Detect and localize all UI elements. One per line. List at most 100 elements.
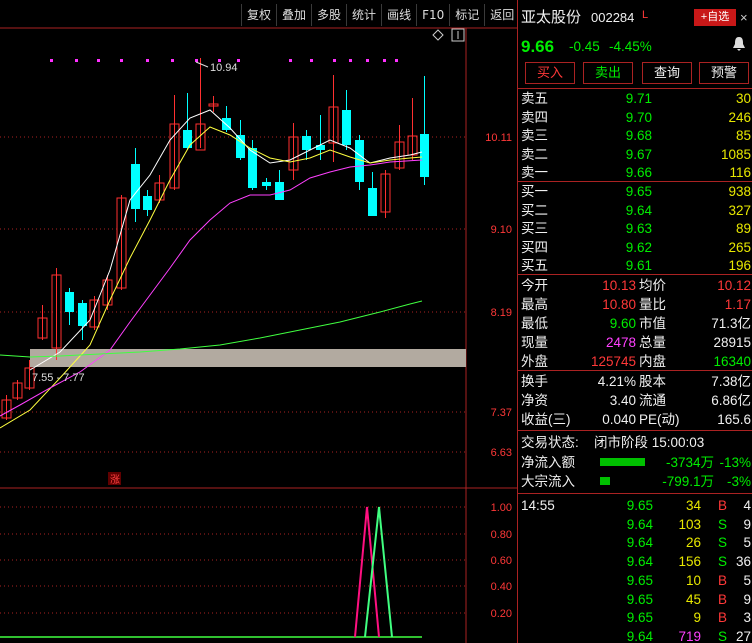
- tick-row[interactable]: 9.65 45 B 9: [518, 590, 752, 609]
- tick-count: 5: [743, 572, 751, 588]
- flow-row: 大宗流入 -799.1万 -3%: [518, 472, 752, 491]
- candle-body: [275, 182, 284, 200]
- alert-button[interactable]: 预警: [699, 62, 749, 84]
- close-icon[interactable]: ×: [740, 8, 748, 27]
- toolbar-item[interactable]: 返回: [484, 4, 519, 26]
- asks-row[interactable]: 卖五 9.71 30: [518, 89, 752, 108]
- asks-label: 卖一: [521, 165, 548, 180]
- indicator-axis-label: 1.00: [491, 502, 512, 514]
- stat-value: 10.13: [602, 278, 636, 293]
- flow-pct: -13%: [719, 455, 751, 470]
- tick-volume: 34: [685, 498, 701, 513]
- diamond-icon[interactable]: [432, 29, 444, 41]
- indicator-axis-label: 0.80: [491, 529, 512, 541]
- add-watchlist-button[interactable]: +自选: [694, 9, 736, 26]
- chart-toolbar: 复权 叠加 多股 统计 画线 F10 标记 返回: [241, 4, 519, 26]
- query-button[interactable]: 查询: [642, 62, 692, 84]
- bids-row[interactable]: 买四 9.62 265: [518, 238, 752, 257]
- tick-side: B: [717, 498, 727, 513]
- tick-side: S: [717, 628, 727, 643]
- kline-chart[interactable]: 10.11 9.10 8.19 7.37 6.63 1.00 0.80 0.60 0.40 0.2…: [0, 0, 517, 643]
- signal-dot: [195, 59, 198, 62]
- toolbar-item[interactable]: 画线: [381, 4, 416, 26]
- stat-value: 6.86亿: [711, 393, 751, 408]
- candle-body: [368, 188, 377, 216]
- buy-button[interactable]: 买入: [525, 62, 575, 84]
- asks-row[interactable]: 卖四 9.70 246: [518, 108, 752, 127]
- asks-label: 卖五: [521, 91, 548, 106]
- tick-side: B: [717, 610, 727, 626]
- signal-dot: [349, 59, 352, 62]
- stock-header: 亚太股份 002284 L +自选 ×: [518, 8, 752, 28]
- tick-price: 9.65: [626, 610, 653, 626]
- toolbar-item[interactable]: 叠加: [276, 4, 311, 26]
- asks-price: 9.70: [625, 109, 652, 125]
- bids-row[interactable]: 买一 9.65 938: [518, 182, 752, 201]
- kline-chart-area[interactable]: 10.11 9.10 8.19 7.37 6.63 1.00 0.80 0.60 0.40 0.2…: [0, 0, 517, 643]
- tick-volume: 9: [693, 610, 701, 626]
- stat-label: 内盘: [639, 354, 666, 369]
- bids-label: 买三: [521, 221, 548, 236]
- asks-price: 9.68: [625, 128, 652, 143]
- toolbar-item[interactable]: F10: [416, 4, 449, 26]
- tick-row[interactable]: 9.65 9 B 3: [518, 608, 752, 627]
- tick-side: S: [717, 535, 727, 551]
- flow-row: 净流入额 -3734万 -13%: [518, 453, 752, 472]
- signal-dot: [383, 59, 386, 62]
- candle-body: [78, 303, 87, 326]
- indicator-axis-label: 0.20: [491, 608, 512, 620]
- quote-panel: 亚太股份 002284 L +自选 × 9.66 -0.45 -4.45% 买入…: [517, 0, 752, 643]
- stat-label: 市值: [639, 316, 666, 331]
- stat-label: 净资: [521, 393, 548, 408]
- stat-row: 现量 2478 总量 28915: [518, 333, 752, 352]
- bell-icon[interactable]: [732, 36, 746, 59]
- tick-row[interactable]: 9.64 103 S 9: [518, 515, 752, 534]
- stat-row: 收益(三) 0.040 PE(动) 165.6: [518, 410, 752, 429]
- tick-volume: 26: [685, 535, 701, 551]
- signal-dot: [395, 59, 398, 62]
- bids-label: 买四: [521, 239, 548, 255]
- bids-price: 9.61: [625, 258, 652, 273]
- candle-body: [420, 134, 429, 177]
- bids-price: 9.64: [625, 202, 652, 218]
- tick-row[interactable]: 9.64 26 S 5: [518, 533, 752, 552]
- sell-button[interactable]: 卖出: [583, 62, 633, 84]
- candle-body: [342, 110, 351, 145]
- asks-price: 9.66: [625, 165, 652, 180]
- bids-row[interactable]: 买五 9.61 196: [518, 256, 752, 275]
- asks-volume: 246: [728, 109, 751, 125]
- tick-count: 36: [735, 554, 751, 570]
- tick-row[interactable]: 9.64 719 S 27: [518, 627, 752, 643]
- asks-row[interactable]: 卖三 9.68 85: [518, 126, 752, 145]
- toolbar-item[interactable]: 复权: [241, 4, 276, 26]
- tick-row[interactable]: 14:55 9.65 34 B 4: [518, 496, 752, 515]
- indicator-axis-label: 0.40: [491, 581, 512, 593]
- stock-name: 亚太股份: [521, 9, 582, 26]
- tick-row[interactable]: 9.65 10 B 5: [518, 571, 752, 590]
- bids-volume: 938: [728, 184, 751, 199]
- stat-label: 量比: [639, 297, 666, 312]
- stat-value: 125745: [590, 354, 636, 369]
- candle-body: [131, 164, 140, 209]
- stat-label: 最低: [521, 316, 548, 331]
- asks-label: 卖三: [521, 128, 548, 143]
- tick-side: S: [717, 516, 727, 532]
- panel-collapse-icon[interactable]: [451, 28, 465, 42]
- flow-bar: [600, 458, 645, 466]
- asks-row[interactable]: 卖一 9.66 116: [518, 163, 752, 182]
- bids-row[interactable]: 买三 9.63 89: [518, 219, 752, 238]
- price-axis-label: 6.63: [491, 447, 512, 459]
- bids-volume: 89: [735, 221, 751, 236]
- tick-price: 9.65: [626, 572, 653, 588]
- separator: [518, 274, 752, 275]
- toolbar-item[interactable]: 多股: [311, 4, 346, 26]
- toolbar-item[interactable]: 统计: [346, 4, 381, 26]
- tick-row[interactable]: 9.64 156 S 36: [518, 552, 752, 571]
- tick-volume: 103: [678, 516, 701, 532]
- toolbar-item[interactable]: 标记: [449, 4, 484, 26]
- price-zone-band: [30, 349, 466, 367]
- tick-count: 9: [743, 591, 751, 607]
- stat-label: 收益(三): [521, 412, 571, 427]
- asks-row[interactable]: 卖二 9.67 1085: [518, 145, 752, 164]
- bids-row[interactable]: 买二 9.64 327: [518, 201, 752, 220]
